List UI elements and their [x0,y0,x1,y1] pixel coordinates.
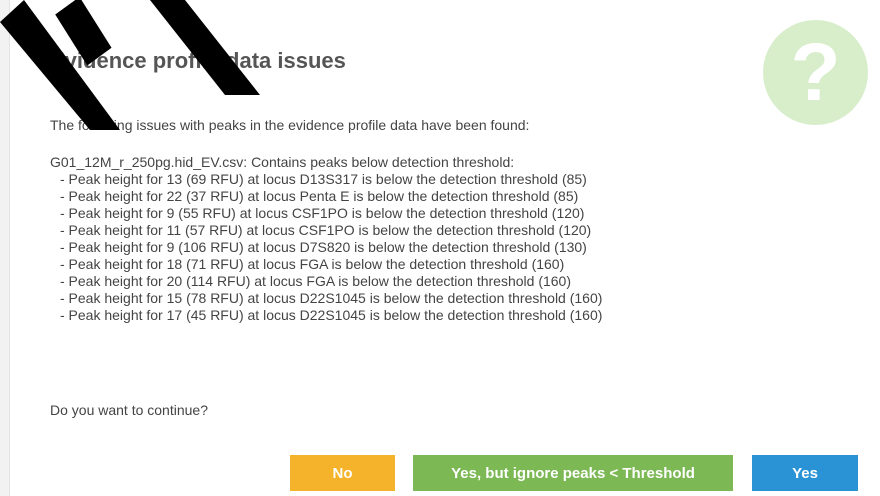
window-left-edge [0,0,10,496]
ignore-peaks-button[interactable]: Yes, but ignore peaks < Threshold [413,455,733,491]
issue-item: - Peak height for 11 (57 RFU) at locus C… [60,222,592,238]
continue-question: Do you want to continue? [50,402,208,418]
question-icon: ? [763,20,868,125]
question-mark-glyph: ? [790,26,841,118]
issue-item: - Peak height for 20 (114 RFU) at locus … [60,273,571,289]
no-button[interactable]: No [290,455,395,491]
issue-item: - Peak height for 9 (55 RFU) at locus CS… [60,205,585,221]
dialog-title: Evidence profile data issues [50,48,346,73]
issue-item: - Peak height for 18 (71 RFU) at locus F… [60,256,565,272]
issue-item: - Peak height for 13 (69 RFU) at locus D… [60,171,587,187]
issue-file-line: G01_12M_r_250pg.hid_EV.csv: Contains pea… [50,154,515,170]
issue-item: - Peak height for 17 (45 RFU) at locus D… [60,307,603,323]
issue-item: - Peak height for 22 (37 RFU) at locus P… [60,188,579,204]
yes-button[interactable]: Yes [752,455,858,491]
issues-block: G01_12M_r_250pg.hid_EV.csv: Contains pea… [50,154,602,324]
issue-item: - Peak height for 15 (78 RFU) at locus D… [60,290,603,306]
issue-list: - Peak height for 13 (69 RFU) at locus D… [50,171,602,324]
issue-item: - Peak height for 9 (106 RFU) at locus D… [60,239,587,255]
dialog-intro: The following issues with peaks in the e… [50,117,530,133]
